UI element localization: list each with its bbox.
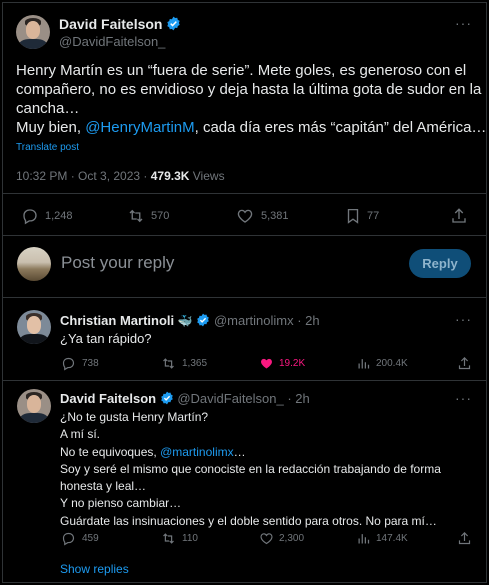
share-button[interactable]	[450, 207, 468, 230]
author-name[interactable]: David Faitelson	[59, 16, 162, 32]
reply-button[interactable]	[61, 356, 76, 376]
divider	[3, 193, 486, 194]
mention-link[interactable]: @martinolimx	[160, 445, 234, 459]
reply-author-row: David Faitelson @DavidFaitelson_ · 2h	[60, 391, 310, 406]
views-label: Views	[189, 169, 225, 183]
author-name[interactable]: David Faitelson	[60, 391, 156, 406]
reply-text: ¿Ya tan rápido?	[60, 331, 152, 346]
repost-icon	[129, 209, 143, 223]
heart-icon	[260, 533, 273, 545]
like-button[interactable]	[236, 207, 254, 230]
analytics-icon	[358, 534, 370, 544]
share-button[interactable]	[457, 356, 472, 376]
verified-icon	[167, 16, 181, 31]
author-handle[interactable]: @DavidFaitelson_	[59, 34, 165, 49]
more-options-icon[interactable]: ···	[455, 15, 472, 31]
repost-button[interactable]	[127, 207, 145, 230]
views-button[interactable]	[356, 356, 371, 376]
repost-count: 1,365	[182, 358, 208, 369]
show-replies-link[interactable]: Show replies	[60, 562, 129, 576]
repost-count: 110	[182, 533, 198, 544]
reply-count: 459	[82, 533, 99, 544]
reply-button[interactable]	[61, 531, 76, 551]
like-count: 19.2K	[279, 358, 306, 369]
reply-count: 738	[82, 358, 99, 369]
avatar[interactable]	[17, 389, 51, 423]
like-count: 5,381	[261, 210, 289, 222]
heart-icon	[237, 209, 253, 223]
share-icon	[458, 532, 471, 545]
repost-icon	[163, 533, 174, 544]
bookmark-count: 77	[367, 210, 380, 222]
whale-emoji: 🐳	[177, 314, 193, 328]
more-options-icon[interactable]: ···	[455, 311, 472, 327]
author-handle[interactable]: @DavidFaitelson_	[177, 391, 283, 406]
views-count: 147.4K	[376, 533, 408, 544]
reply-input[interactable]: Post your reply	[61, 253, 174, 273]
author-row: David Faitelson	[59, 16, 181, 32]
mention-link[interactable]: @HenryMartinM	[85, 119, 194, 136]
reply-text: ¿No te gusta Henry Martín? A mí sí. No t…	[60, 410, 441, 528]
verified-icon	[197, 313, 210, 327]
views-count: 479.3K	[150, 169, 190, 183]
post-time[interactable]: · 2h	[294, 313, 319, 328]
reply-icon	[62, 357, 75, 371]
tweet-text: Henry Martín es un “fuera de serie”. Met…	[16, 61, 486, 137]
like-button[interactable]	[259, 356, 274, 376]
author-handle[interactable]: @martinolimx	[214, 313, 294, 328]
heart-filled-icon	[261, 358, 272, 369]
analytics-icon	[358, 359, 370, 369]
views-count: 200.4K	[376, 358, 408, 369]
like-count: 2,300	[279, 533, 305, 544]
divider	[3, 380, 486, 381]
repost-count: 570	[151, 210, 170, 222]
divider	[3, 235, 486, 236]
my-avatar[interactable]	[17, 247, 51, 281]
repost-icon	[163, 358, 174, 369]
reply-icon	[62, 532, 75, 546]
timestamp[interactable]: 10:32 PM · Oct 3, 2023 ·	[16, 169, 151, 183]
repost-button[interactable]	[161, 531, 176, 551]
bookmark-icon	[347, 208, 359, 224]
translate-link[interactable]: Translate post	[16, 142, 79, 153]
share-icon	[458, 357, 471, 370]
tweet-text-line: Henry Martín es un “fuera de serie”. Met…	[16, 62, 467, 79]
divider	[3, 297, 486, 298]
reply-author-row: Christian Martinoli 🐳 @martinolimx · 2h	[60, 313, 320, 328]
tweet-text-line: compañero, no es envidioso y deja hasta …	[16, 81, 482, 98]
more-options-icon[interactable]: ···	[455, 390, 472, 406]
reply-button[interactable]	[21, 207, 39, 230]
tweet-text-line: Muy bien, @HenryMartinM, cada día eres m…	[16, 119, 487, 136]
repost-button[interactable]	[161, 356, 176, 376]
share-button[interactable]	[457, 531, 472, 551]
share-icon	[452, 208, 466, 223]
avatar[interactable]	[17, 310, 51, 344]
bookmark-button[interactable]	[344, 207, 362, 230]
timestamp-row: 10:32 PM · Oct 3, 2023 · 479.3K Views	[16, 169, 225, 183]
author-name[interactable]: Christian Martinoli	[60, 313, 174, 328]
reply-icon	[23, 209, 37, 225]
tweet-thread: David Faitelson @DavidFaitelson_ ··· Hen…	[2, 2, 487, 583]
verified-icon	[160, 391, 173, 405]
views-button[interactable]	[356, 531, 371, 551]
reply-count: 1,248	[45, 210, 73, 222]
avatar[interactable]	[16, 15, 50, 49]
reply-button-submit[interactable]: Reply	[409, 249, 471, 278]
like-button[interactable]	[259, 531, 274, 551]
post-time[interactable]: · 2h	[284, 391, 309, 406]
tweet-text-line: cancha…	[16, 100, 80, 117]
